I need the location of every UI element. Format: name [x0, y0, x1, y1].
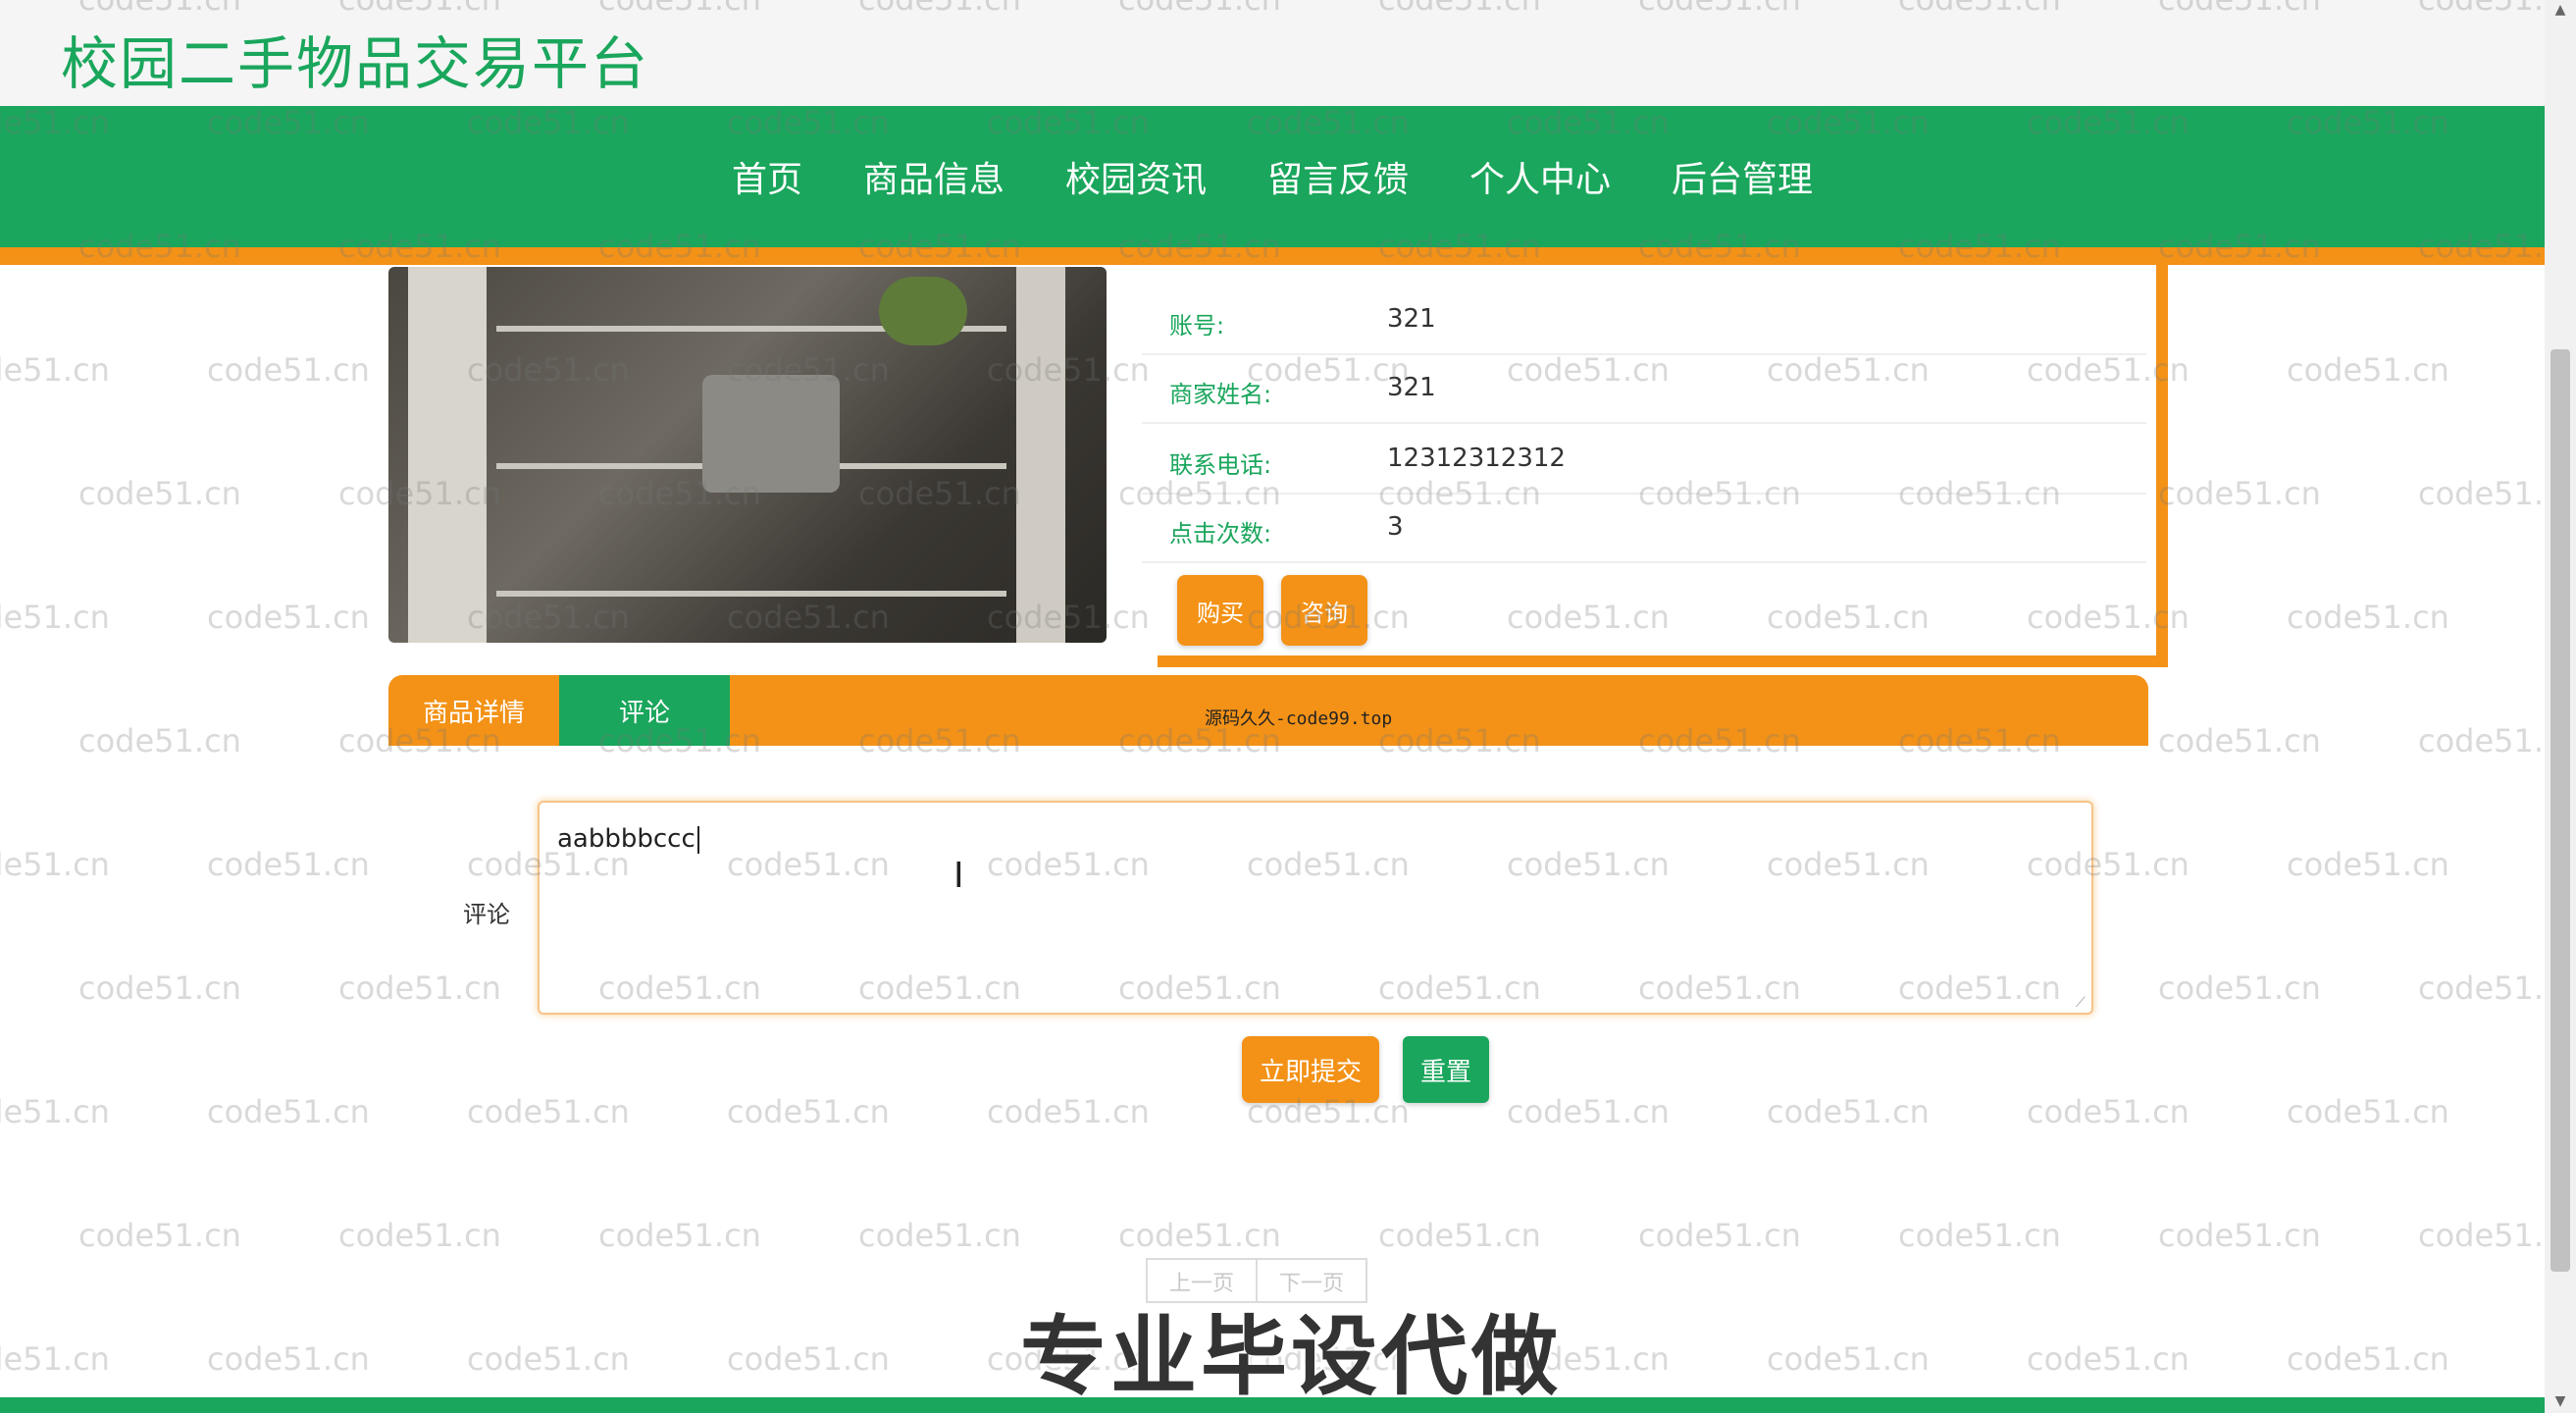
watermark-text: code51.cn [2287, 1340, 2449, 1378]
text-caret [696, 825, 699, 854]
buy-button[interactable]: 购买 [1177, 575, 1263, 646]
comment-textarea[interactable]: aabbbbccc [538, 801, 2093, 1015]
nav-item-products[interactable]: 商品信息 [861, 151, 1006, 202]
info-label: 点击次数: [1169, 520, 1272, 548]
info-row-account: 账号: 321 [1142, 285, 2146, 355]
comment-label: 评论 [463, 901, 510, 928]
watermark-text: code51.cn [727, 1340, 890, 1378]
promo-banner: 专业毕设代做 [1020, 1306, 1563, 1407]
watermark-text: code51.cn [1638, 1217, 1801, 1254]
watermark-text: code51.cn [1767, 1340, 1930, 1378]
info-value: 12312312312 [1387, 444, 1566, 473]
watermark-text: code51.cn [2158, 1217, 2321, 1254]
nav-item-profile[interactable]: 个人中心 [1468, 151, 1613, 202]
info-label: 商家姓名: [1169, 381, 1272, 408]
watermark-text: code51.cn [2418, 1217, 2545, 1254]
info-label: 联系电话: [1169, 451, 1272, 479]
detail-tabs: 商品详情 评论 源码久久-code99.top [388, 675, 2148, 746]
watermark-text: code51.cn [1898, 1217, 2061, 1254]
watermark-text: code51.cn [2418, 722, 2545, 759]
watermark-text: code51.cn [2418, 969, 2545, 1007]
watermark-text: code51.cn [1767, 1093, 1930, 1130]
watermark-text: code51.cn [1118, 1217, 1281, 1254]
watermark-text: code51.cn [467, 1340, 630, 1378]
watermark-text: code51.cn [0, 1093, 110, 1130]
site-title[interactable]: 校园二手物品交易平台 [61, 18, 649, 100]
top-header: 校园二手物品交易平台 [0, 0, 2545, 106]
watermark-text: code51.cn [78, 969, 241, 1007]
watermark-text: code51.cn [207, 351, 370, 389]
product-image [388, 267, 1107, 643]
watermark-text: code51.cn [207, 599, 370, 636]
reset-button[interactable]: 重置 [1403, 1036, 1489, 1103]
watermark-text: code51.cn [1507, 1093, 1670, 1130]
watermark-text: code51.cn [2027, 1340, 2190, 1378]
watermark-text: code51.cn [338, 1217, 501, 1254]
watermark-text: code51.cn [207, 846, 370, 883]
nav-menu: 首页 商品信息 校园资讯 留言反馈 个人中心 后台管理 [0, 106, 2545, 247]
watermark-text: code51.cn [78, 1217, 241, 1254]
scroll-up-icon[interactable]: ▲ [2552, 2, 2568, 18]
nav-item-news[interactable]: 校园资讯 [1063, 151, 1209, 202]
watermark-text: code51.cn [0, 846, 110, 883]
watermark-text: code51.cn [2158, 722, 2321, 759]
scroll-down-icon[interactable]: ▼ [2552, 1393, 2568, 1409]
watermark-text: code51.cn [0, 1340, 110, 1378]
info-value: 321 [1387, 304, 1436, 334]
watermark-text: code51.cn [2158, 969, 2321, 1007]
tab-product-details[interactable]: 商品详情 [388, 675, 559, 746]
ibeam-cursor-icon: I [953, 856, 964, 896]
watermark-text: code51.cn [78, 722, 241, 759]
watermark-text: code51.cn [2287, 1093, 2449, 1130]
info-row-phone: 联系电话: 12312312312 [1142, 424, 2146, 495]
tab-comments[interactable]: 评论 [559, 675, 730, 746]
nav-item-feedback[interactable]: 留言反馈 [1265, 151, 1411, 202]
watermark-text: code51.cn [78, 475, 241, 512]
info-row-merchant-name: 商家姓名: 321 [1142, 353, 2146, 424]
watermark-text: code51.cn [2418, 475, 2545, 512]
info-row-clicks: 点击次数: 3 [1142, 493, 2146, 563]
nav-accent-line [0, 247, 2545, 265]
fridge-door [408, 267, 487, 643]
watermark-text: code51.cn [2158, 475, 2321, 512]
watermark-text: code51.cn [2027, 1093, 2190, 1130]
info-label: 账号: [1169, 312, 1225, 340]
watermark-text: code51.cn [598, 1217, 761, 1254]
consult-button[interactable]: 咨询 [1281, 575, 1367, 646]
comment-text: aabbbbccc [557, 824, 696, 854]
nav-item-admin[interactable]: 后台管理 [1670, 151, 1815, 202]
watermark-text: code51.cn [467, 1093, 630, 1130]
info-value: 3 [1387, 512, 1404, 542]
scrollbar-thumb[interactable] [2550, 349, 2570, 1272]
fridge-shelf [496, 591, 1006, 597]
watermark-text: code51.cn [2287, 599, 2449, 636]
footer-strip [0, 1397, 2545, 1413]
watermark-text: code51.cn [338, 969, 501, 1007]
watermark-text: code51.cn [207, 1093, 370, 1130]
fridge-item [879, 277, 967, 345]
submit-button[interactable]: 立即提交 [1242, 1036, 1379, 1103]
watermark-text: code51.cn [0, 351, 110, 389]
watermark-text: code51.cn [727, 1093, 890, 1130]
main-navbar: 首页 商品信息 校园资讯 留言反馈 个人中心 后台管理 [0, 106, 2545, 247]
info-value: 321 [1387, 373, 1436, 402]
tabs-overlay-text: 源码久久-code99.top [1205, 708, 1393, 729]
watermark-text: code51.cn [858, 1217, 1021, 1254]
watermark-text: code51.cn [2287, 846, 2449, 883]
watermark-text: code51.cn [987, 1093, 1150, 1130]
fridge-side [1016, 267, 1065, 643]
watermark-text: code51.cn [0, 599, 110, 636]
resize-grip-icon[interactable]: ⟋ [2076, 995, 2091, 1011]
watermark-text: code51.cn [1378, 1217, 1541, 1254]
watermark-text: code51.cn [207, 1340, 370, 1378]
nav-item-home[interactable]: 首页 [730, 151, 804, 202]
fridge-item [702, 375, 840, 493]
watermark-text: code51.cn [2287, 351, 2449, 389]
